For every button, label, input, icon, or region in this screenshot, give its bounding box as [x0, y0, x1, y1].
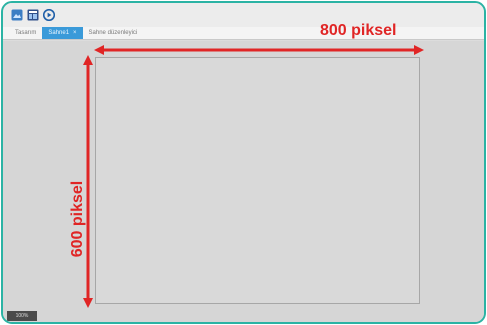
zoom-status: 100% — [7, 311, 37, 321]
tab-bar: Tasarım Sahne1 × Sahne düzenleyici — [3, 27, 484, 40]
play-icon[interactable] — [43, 9, 55, 21]
image-icon[interactable] — [11, 9, 23, 21]
tab-label: Tasarım — [15, 30, 37, 36]
width-label: 800 piksel — [320, 22, 397, 39]
tab-scene1[interactable]: Sahne1 × — [42, 27, 83, 39]
close-icon[interactable]: × — [73, 30, 77, 36]
scene-canvas[interactable] — [95, 57, 420, 304]
height-label: 600 piksel — [69, 180, 86, 258]
tab-design[interactable]: Tasarım — [9, 27, 42, 39]
toolbar — [3, 3, 484, 27]
tab-label: Sahne düzenleyici — [88, 30, 138, 36]
tab-label: Sahne1 — [48, 30, 70, 36]
tab-scene-editor[interactable]: Sahne düzenleyici — [83, 27, 144, 39]
window-icon[interactable] — [27, 9, 39, 21]
